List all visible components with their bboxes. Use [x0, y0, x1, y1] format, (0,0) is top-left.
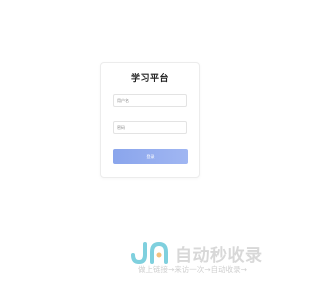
watermark-brand: 自动秒收录 — [175, 246, 263, 266]
login-page: 学习平台 登录 自动秒收录 做上链接→来访一次→自动收录→ — [0, 0, 300, 300]
login-button[interactable]: 登录 — [113, 149, 188, 164]
login-card: 学习平台 登录 — [100, 62, 200, 178]
password-input[interactable] — [113, 121, 187, 134]
page-title: 学习平台 — [130, 74, 169, 84]
username-input[interactable] — [113, 94, 187, 107]
watermark-logo-icon — [131, 241, 168, 264]
watermark: 自动秒收录 做上链接→来访一次→自动收录→ — [130, 240, 285, 276]
watermark-tagline: 做上链接→来访一次→自动收录→ — [138, 265, 247, 274]
